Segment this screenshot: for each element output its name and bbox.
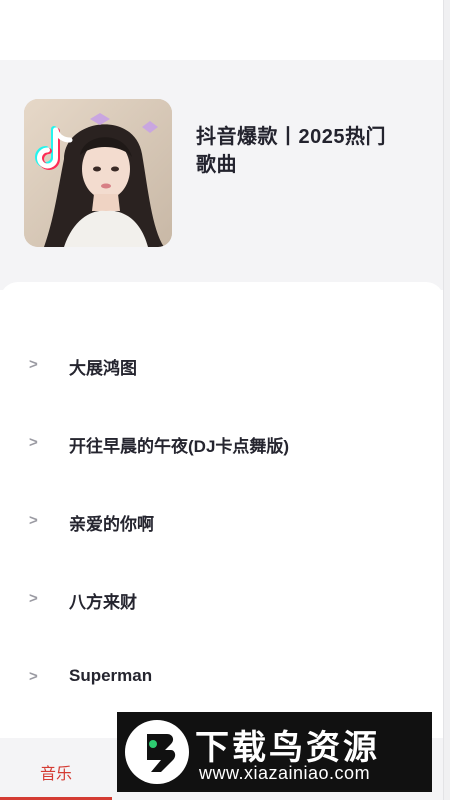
watermark-title: 下载鸟资源 bbox=[195, 729, 380, 767]
song-item[interactable]: > Superman bbox=[0, 646, 444, 706]
chevron-right-icon: > bbox=[29, 590, 38, 607]
top-bar bbox=[0, 0, 444, 60]
song-item[interactable]: > 八方来财 bbox=[0, 568, 444, 628]
song-item[interactable]: > 亲爱的你啊 bbox=[0, 490, 444, 550]
song-title: 开往早晨的午夜(DJ卡点舞版) bbox=[69, 437, 290, 456]
song-title: Superman bbox=[69, 666, 153, 685]
chevron-right-icon: > bbox=[29, 356, 38, 373]
tab-music-label: 音乐 bbox=[40, 766, 73, 783]
cover-illustration bbox=[24, 99, 172, 247]
tab-music[interactable]: 音乐 bbox=[0, 738, 112, 800]
song-item[interactable]: > 开往早晨的午夜(DJ卡点舞版) bbox=[0, 412, 444, 472]
song-list: > 大展鸿图 > 开往早晨的午夜(DJ卡点舞版) > 亲爱的你啊 > 八方来财 … bbox=[0, 282, 444, 738]
chevron-right-icon: > bbox=[29, 512, 38, 529]
watermark-url: www.xiazainiao.com bbox=[199, 763, 371, 783]
song-item[interactable]: > 大展鸿图 bbox=[0, 334, 444, 394]
playlist-cover-image[interactable] bbox=[24, 99, 172, 247]
chevron-right-icon: > bbox=[29, 434, 38, 451]
song-title: 大展鸿图 bbox=[69, 359, 137, 378]
playlist-header: 抖音爆款丨2025热门歌曲 bbox=[0, 60, 444, 290]
song-title: 八方来财 bbox=[69, 593, 137, 612]
playlist-title: 抖音爆款丨2025热门歌曲 bbox=[196, 126, 386, 176]
chevron-right-icon: > bbox=[29, 668, 38, 685]
scroll-edge bbox=[443, 0, 450, 800]
bird-logo-icon bbox=[125, 720, 189, 784]
watermark-banner: 下载鸟资源 www.xiazainiao.com bbox=[117, 712, 432, 792]
song-title: 亲爱的你啊 bbox=[69, 515, 154, 534]
